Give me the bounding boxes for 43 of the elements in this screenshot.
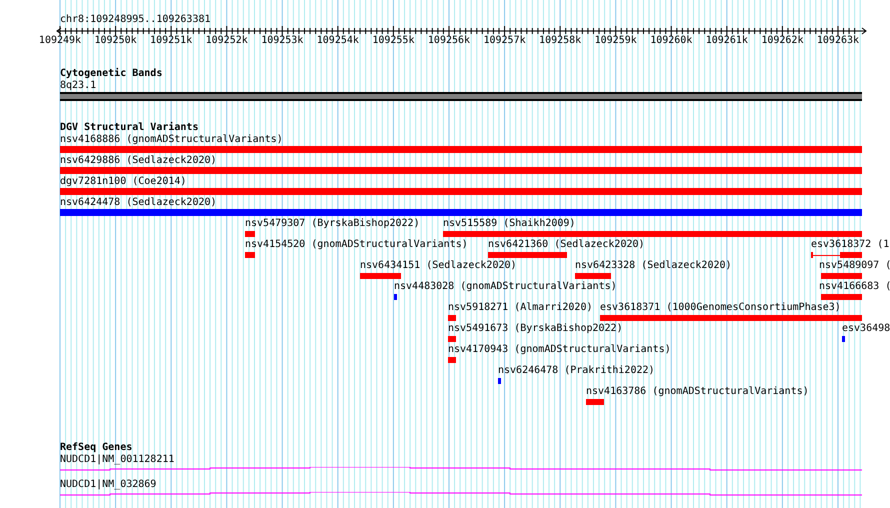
tick-label: 109253k xyxy=(261,35,304,47)
variant-label: nsv6246478 (Prakrithi2022) xyxy=(498,365,655,377)
tick-label: 109258k xyxy=(539,35,582,47)
tick-label: 109254k xyxy=(316,35,359,47)
tick-label: 109252k xyxy=(206,35,248,47)
variant-label: nsv6423328 (Sedlazeck2020) xyxy=(575,260,732,272)
gene-label: NUDCD1|NM_032869 xyxy=(60,479,156,491)
variant-label: nsv4154520 (gnomADStructuralVariants) xyxy=(245,239,468,251)
variant-label: nsv6429886 (Sedlazeck2020) xyxy=(60,155,217,167)
tick-label: 109251k xyxy=(150,35,192,47)
variant-label: dgv7281n100 (Coe2014) xyxy=(60,176,186,188)
tick-label: 109256k xyxy=(428,35,470,47)
variant-label: nsv5491673 (ByrskaBishop2022) xyxy=(448,323,623,335)
variant-label: nsv6421360 (Sedlazeck2020) xyxy=(488,239,645,251)
tick-label: 109257k xyxy=(483,35,526,47)
variant-label: nsv4483028 (gnomADStructuralVariants) xyxy=(394,281,617,293)
tick-label: 109249k xyxy=(38,35,82,47)
variant-label: nsv4168886 (gnomADStructuralVariants) xyxy=(60,134,283,146)
variant-label: nsv4170943 (gnomADStructuralVariants) xyxy=(448,344,671,356)
variant-label: nsv5479307 (ByrskaBishop2022) xyxy=(245,218,420,230)
gene-label: NUDCD1|NM_001128211 xyxy=(60,454,174,466)
tick-label: 109260k xyxy=(650,35,692,47)
tick-label: 109255k xyxy=(372,35,414,47)
variant-label: nsv4166683 ( xyxy=(819,281,890,293)
band-label: 8q23.1 xyxy=(60,80,96,92)
variant-label: nsv5489097 ( xyxy=(819,260,890,272)
variant-label: nsv6424478 (Sedlazeck2020) xyxy=(60,197,217,209)
variant-label: nsv515589 (Shaikh2009) xyxy=(443,218,576,230)
tick-label: 109262k xyxy=(761,35,804,47)
track-title: DGV Structural Variants xyxy=(60,122,198,134)
variant-label: esv3618371 (1000GenomesConsortiumPhase3) xyxy=(600,302,841,314)
tick-label: 109263k xyxy=(816,35,860,47)
track-title: Cytogenetic Bands xyxy=(60,68,162,80)
variant-label: nsv6434151 (Sedlazeck2020) xyxy=(360,260,517,272)
track-title: RefSeq Genes xyxy=(60,442,132,454)
variant-label: esv36498 xyxy=(842,323,890,335)
variant-label: esv3618372 (1 xyxy=(811,239,890,251)
variant-label: nsv4163786 (gnomADStructuralVariants) xyxy=(586,386,809,398)
variant-label: nsv5918271 (Almarri2020) xyxy=(448,302,592,314)
tick-label: 109250k xyxy=(94,35,137,47)
tick-label: 109261k xyxy=(706,35,748,47)
locus-label: chr8:109248995..109263381 xyxy=(60,14,211,26)
tick-label: 109259k xyxy=(594,35,637,47)
